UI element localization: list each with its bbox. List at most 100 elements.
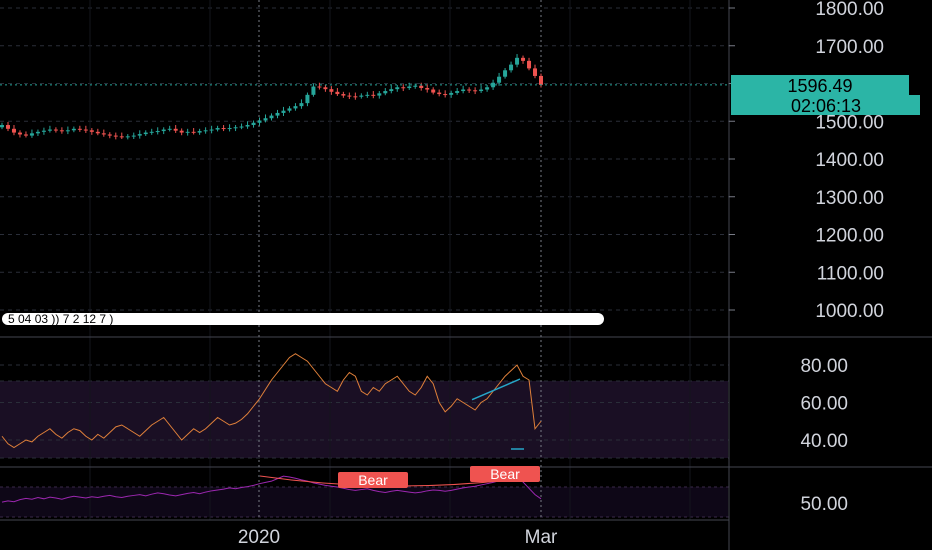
candle-body <box>467 89 472 91</box>
candle-body <box>0 125 4 128</box>
candle-body <box>185 131 190 133</box>
candle-body <box>107 134 112 136</box>
candle-body <box>179 130 184 133</box>
candle-body <box>119 136 124 138</box>
candle-body <box>431 89 436 93</box>
candle-body <box>209 129 214 131</box>
candle-body <box>389 89 394 92</box>
candle-body <box>395 87 400 90</box>
candle-body <box>257 120 262 123</box>
last-price-label: 1596.49 <box>787 76 852 96</box>
candle-body <box>293 106 298 109</box>
candle-body <box>5 125 10 129</box>
candle-body <box>203 130 208 132</box>
candle-body <box>329 89 334 92</box>
candle-body <box>461 89 466 92</box>
oscillator-band <box>0 487 728 517</box>
price-tick-label: 1700.00 <box>815 37 884 58</box>
candle-body <box>365 94 370 96</box>
candle-body <box>137 134 142 136</box>
price-tick-label: 1300.00 <box>815 188 884 209</box>
candle-body <box>449 92 454 95</box>
candle-body <box>383 91 388 94</box>
time-label-2020: 2020 <box>238 527 280 548</box>
candle-body <box>473 90 478 92</box>
candle-body <box>95 131 100 134</box>
candle-body <box>227 128 232 130</box>
candle-body <box>401 87 406 89</box>
candle-body <box>53 129 58 131</box>
countdown-label: 02:06:13 <box>791 96 861 116</box>
candle-body <box>23 134 28 136</box>
candle-body <box>443 94 448 96</box>
candle-body <box>287 108 292 111</box>
candle-body <box>239 126 244 128</box>
price-tick-label: 1000.00 <box>815 301 884 322</box>
candle-body <box>65 130 70 132</box>
candle-body <box>251 122 256 126</box>
candle-body <box>11 128 16 133</box>
rsi-tick-label: 80.00 <box>800 356 848 377</box>
price-tick-label: 1800.00 <box>815 0 884 20</box>
oscillator-axis[interactable]: 50.00 <box>800 494 848 515</box>
candle-body <box>281 110 286 113</box>
candle-body <box>425 88 430 90</box>
candle-body <box>215 128 220 130</box>
candle-body <box>275 112 280 116</box>
candle-body <box>221 128 226 130</box>
candle-body <box>263 118 268 121</box>
candle-body <box>245 125 250 127</box>
candle-body <box>485 87 490 90</box>
candle-body <box>317 86 322 88</box>
candle-body <box>437 92 442 95</box>
bear-label-1: Bear <box>358 472 388 488</box>
candle-body <box>35 131 40 134</box>
rsi-axis[interactable]: 80.00 60.00 40.00 <box>800 356 848 452</box>
candle-body <box>497 76 502 83</box>
bear-label-2: Bear <box>490 466 520 482</box>
candle-body <box>161 129 166 132</box>
candle-body <box>59 130 64 132</box>
candle-body <box>269 115 274 119</box>
candle-body <box>143 132 148 135</box>
candle-body <box>407 86 412 89</box>
candle-body <box>419 85 424 89</box>
candle-body <box>533 68 538 76</box>
candle-body <box>515 57 520 65</box>
candle-body <box>455 91 460 93</box>
candle-body <box>335 91 340 95</box>
rsi-tick-label: 40.00 <box>800 431 848 452</box>
candle-body <box>197 131 202 133</box>
candle-body <box>29 133 34 136</box>
candle-body <box>125 136 130 138</box>
candle-body <box>101 133 106 135</box>
candle-body <box>89 130 94 132</box>
candle-body <box>539 75 543 85</box>
candle-body <box>323 87 328 90</box>
candle-body <box>521 57 526 61</box>
candle-body <box>191 131 196 133</box>
candle-body <box>479 89 484 92</box>
candle-body <box>359 95 364 97</box>
candle-body <box>353 96 358 98</box>
candle-body <box>413 85 418 87</box>
price-tick-label: 1400.00 <box>815 150 884 171</box>
time-label-mar: Mar <box>525 527 558 548</box>
candle-body <box>41 130 46 132</box>
price-tick-label: 1100.00 <box>817 263 884 284</box>
candle-body <box>371 94 376 96</box>
candle-body <box>131 135 136 137</box>
chart-root[interactable]: 5 04 03 )) 7 2 12 7 ) 1800.001700.001600… <box>0 0 932 550</box>
candle-body <box>305 94 310 104</box>
candle-body <box>233 127 238 129</box>
oscillator-tick-label: 50.00 <box>800 494 848 515</box>
candle-body <box>167 128 172 130</box>
candle-body <box>113 135 118 137</box>
candle-body <box>173 128 178 131</box>
candle-body <box>341 94 346 96</box>
candle-body <box>47 129 52 131</box>
candle-body <box>377 93 382 96</box>
candle-body <box>509 64 514 71</box>
volume-strip-text: 5 04 03 )) 7 2 12 7 ) <box>8 312 113 326</box>
candle-body <box>77 128 82 130</box>
